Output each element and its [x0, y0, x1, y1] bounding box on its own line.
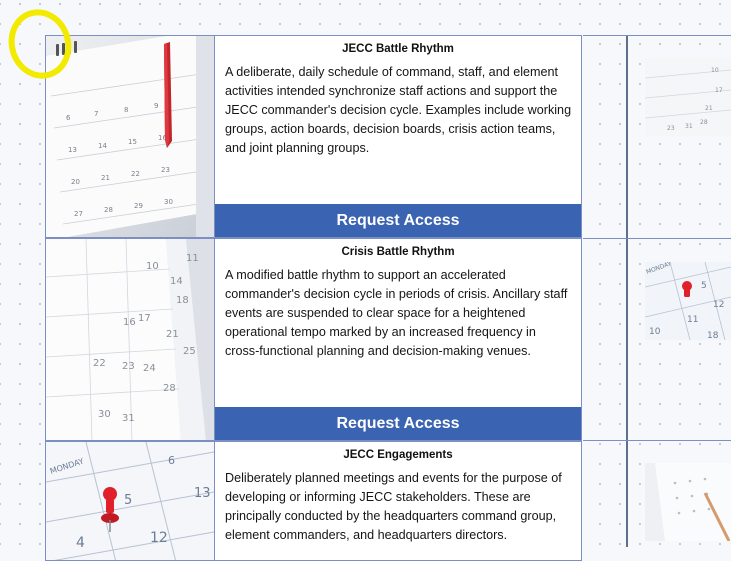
svg-text:29: 29: [134, 202, 143, 210]
calendar-with-pin-image: MONDAY 6 13 5 12 4: [46, 442, 215, 560]
svg-text:20: 20: [71, 178, 80, 186]
svg-text:28: 28: [163, 383, 176, 394]
svg-text:6: 6: [168, 454, 175, 467]
card-description: A modified battle rhythm to support an a…: [225, 268, 568, 358]
svg-text:14: 14: [98, 142, 107, 150]
svg-text:23: 23: [161, 166, 170, 174]
svg-text:21: 21: [101, 174, 110, 182]
svg-text:21: 21: [705, 105, 713, 112]
svg-text:23: 23: [122, 361, 135, 372]
svg-text:11: 11: [186, 253, 199, 264]
right-calendar-image-2: MONDAY 5 12 11 10 18: [645, 262, 731, 340]
svg-text:27: 27: [74, 210, 83, 218]
svg-text:8: 8: [124, 106, 128, 114]
svg-text:13: 13: [68, 146, 77, 154]
card-title: JECC Engagements: [343, 449, 453, 461]
calendar-with-pen-image: 6789 13 14 15 16 20 21 22 23 27 28 29 30: [46, 36, 214, 237]
right-column-row-border: [583, 238, 731, 239]
card-jecc-battle-rhythm: 6789 13 14 15 16 20 21 22 23 27 28 29 30 JECC Bat…: [45, 35, 582, 238]
svg-text:10: 10: [711, 67, 719, 74]
svg-text:5: 5: [701, 281, 707, 291]
svg-text:28: 28: [104, 206, 113, 214]
svg-text:17: 17: [715, 87, 723, 94]
card-title: JECC Battle Rhythm: [342, 43, 454, 55]
right-column-row-border: [583, 440, 731, 441]
svg-text:22: 22: [93, 358, 106, 369]
card-description: A deliberate, daily schedule of command,…: [225, 65, 572, 155]
svg-text:18: 18: [176, 295, 189, 306]
svg-text:30: 30: [164, 198, 173, 206]
svg-text:9: 9: [154, 102, 158, 110]
svg-text:10: 10: [146, 261, 159, 272]
svg-text:4: 4: [76, 535, 85, 551]
svg-text:5: 5: [124, 493, 132, 508]
svg-text:6: 6: [66, 114, 71, 122]
svg-text:21: 21: [166, 329, 179, 340]
svg-text:12: 12: [150, 530, 168, 546]
svg-text:25: 25: [183, 346, 196, 357]
svg-text:10: 10: [649, 327, 661, 337]
calendar-pages-image: 10 14 17 21 22 30 23 31 16 28 24 25 18 11: [46, 239, 214, 440]
svg-text:31: 31: [685, 123, 693, 130]
svg-text:31: 31: [122, 413, 135, 424]
svg-text:11: 11: [687, 315, 698, 325]
svg-text:18: 18: [707, 331, 719, 340]
svg-text:16: 16: [123, 317, 136, 328]
card-jecc-engagements: MONDAY 6 13 5 12 4 JECC Engagements Deli…: [45, 441, 582, 561]
card-title: Crisis Battle Rhythm: [341, 246, 455, 258]
svg-text:12: 12: [713, 300, 724, 310]
right-calendar-image-3: [645, 463, 731, 541]
request-access-button[interactable]: Request Access: [215, 204, 581, 237]
svg-text:14: 14: [170, 276, 183, 287]
svg-text:24: 24: [143, 363, 156, 374]
svg-text:23: 23: [667, 125, 675, 132]
svg-text:22: 22: [131, 170, 140, 178]
svg-text:15: 15: [128, 138, 137, 146]
svg-text:17: 17: [138, 313, 151, 324]
svg-text:7: 7: [94, 110, 98, 118]
svg-text:13: 13: [194, 486, 211, 501]
right-calendar-image-1: 10 17 21 31 23 28: [645, 58, 731, 136]
request-access-button[interactable]: Request Access: [215, 407, 581, 440]
right-column-row-border: [583, 35, 731, 36]
card-description: Deliberately planned meetings and events…: [225, 471, 562, 542]
column-divider: [626, 36, 628, 547]
card-crisis-battle-rhythm: 10 14 17 21 22 30 23 31 16 28 24 25 18 11 Crisi…: [45, 238, 582, 441]
svg-text:30: 30: [98, 409, 111, 420]
svg-text:28: 28: [700, 119, 708, 126]
